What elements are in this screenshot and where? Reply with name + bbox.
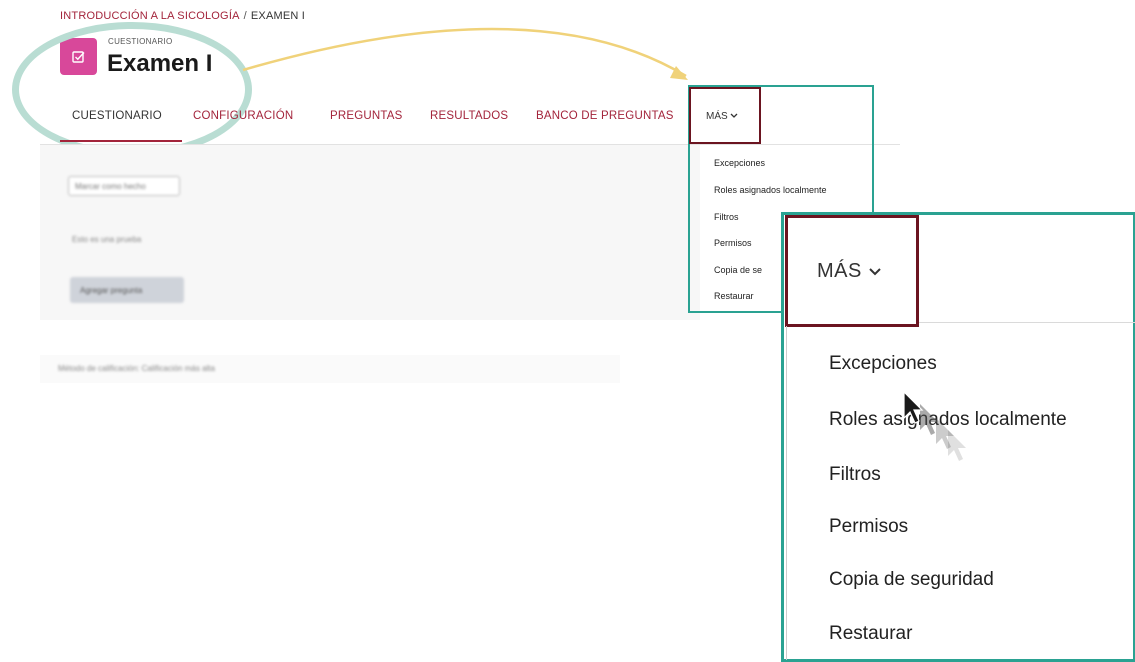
annotation-arrow [242, 27, 688, 80]
